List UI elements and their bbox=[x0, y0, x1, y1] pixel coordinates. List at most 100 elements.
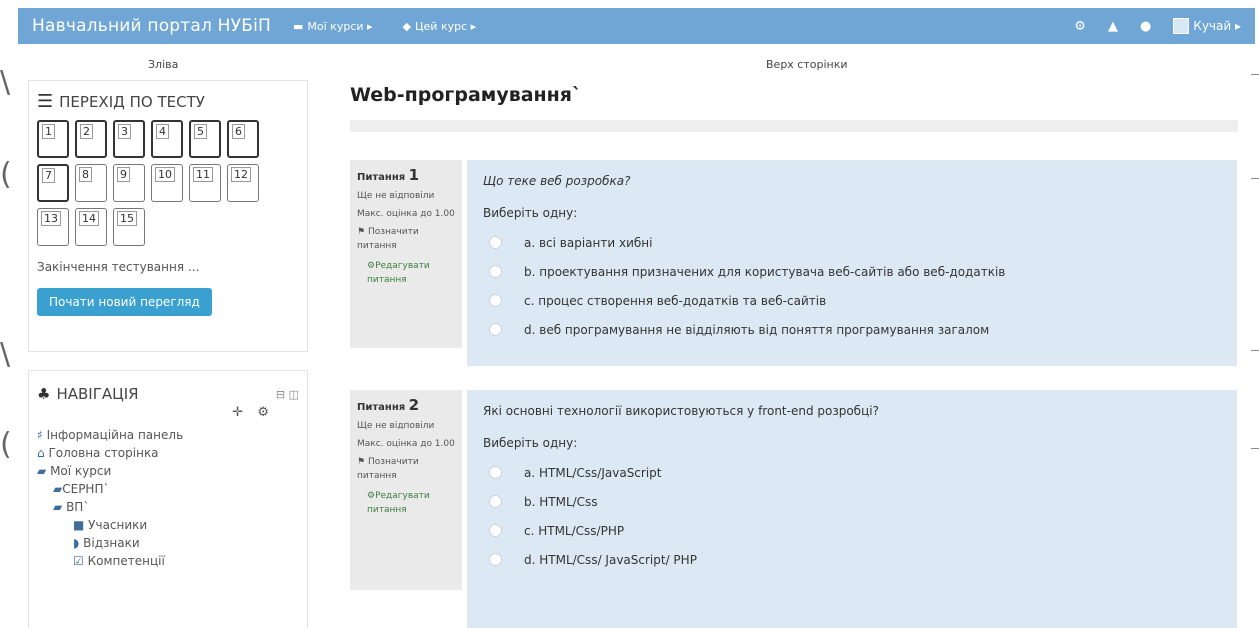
navigation-block: ♣ НАВІГАЦІЯ ⊟ ◫ ✛ ⚙ ♯ Інформаційна панел… bbox=[28, 370, 308, 628]
navigation-title: НАВІГАЦІЯ bbox=[56, 385, 139, 403]
quiz-nav-button[interactable]: 5 bbox=[189, 120, 221, 158]
checkbox-icon: ☑ bbox=[73, 554, 84, 568]
quiz-nav-button[interactable]: 13 bbox=[37, 208, 69, 246]
radio-button[interactable] bbox=[489, 323, 502, 336]
move-icon[interactable]: ✛ bbox=[232, 405, 243, 420]
quiz-nav-button[interactable]: 11 bbox=[189, 164, 221, 202]
settings-icon[interactable]: ⚙ bbox=[1074, 19, 1086, 34]
quiz-nav-button[interactable]: 7 bbox=[37, 164, 69, 202]
dock-icon[interactable]: ◫ bbox=[289, 388, 299, 401]
quiz-nav-button[interactable]: 8 bbox=[75, 164, 107, 202]
left-edge-mark: \ bbox=[0, 65, 11, 100]
menu-my-courses[interactable]: ▬ Мої курси ▸ bbox=[293, 20, 373, 33]
answer-prompt: Виберіть одну: bbox=[483, 436, 578, 450]
right-edge-line bbox=[1251, 350, 1259, 351]
question-info-1: Питання 1 Ще не відповіли Макс. оцінка д… bbox=[350, 160, 462, 348]
quiz-navigation-block: ☰ ПЕРЕХІД ПО ТЕСТУ 1 2 3 4 5 6 7 8 9 10 … bbox=[28, 80, 308, 352]
question-max-grade: Макс. оцінка до 1.00 bbox=[357, 439, 455, 449]
left-edge-mark: \ bbox=[0, 337, 11, 372]
navigation-header: ♣ НАВІГАЦІЯ ⊟ ◫ bbox=[37, 385, 299, 403]
dashboard-icon: ♯ bbox=[37, 428, 43, 442]
question-number: Питання 1 bbox=[357, 166, 420, 184]
answer-option[interactable]: b. проектування призначених для користув… bbox=[483, 257, 1221, 286]
region-left-label: Зліва bbox=[148, 58, 179, 71]
graduation-cap-icon: ▰ bbox=[53, 482, 63, 496]
chat-icon[interactable]: ● bbox=[1140, 19, 1151, 34]
title-divider bbox=[350, 120, 1238, 132]
nav-item-my-courses[interactable]: ▰ Мої курси bbox=[37, 462, 299, 480]
flag-icon: ⚑ bbox=[357, 227, 366, 237]
nav-item-dashboard[interactable]: ♯ Інформаційна панель bbox=[37, 426, 299, 444]
question-info-2: Питання 2 Ще не відповіли Макс. оцінка д… bbox=[350, 390, 462, 590]
nav-item-home[interactable]: ⌂ Головна сторінка bbox=[37, 444, 299, 462]
menu-icon: ☰ bbox=[37, 91, 54, 112]
start-new-preview-button[interactable]: Почати новий перегляд bbox=[37, 288, 212, 316]
nav-item-competencies[interactable]: ☑ Компетенції bbox=[37, 552, 299, 570]
answer-option[interactable]: c. HTML/Css/PHP bbox=[483, 516, 1221, 545]
radio-button[interactable] bbox=[489, 236, 502, 249]
avatar bbox=[1173, 18, 1190, 34]
radio-button[interactable] bbox=[489, 265, 502, 278]
nav-item-course-sernp[interactable]: ▰СЕРНП` bbox=[37, 480, 299, 498]
radio-button[interactable] bbox=[489, 466, 502, 479]
sitemap-icon: ♣ bbox=[37, 385, 51, 403]
menu-my-courses-label: Мої курси ▸ bbox=[307, 19, 373, 33]
region-top-label: Верх сторінки bbox=[766, 58, 848, 71]
answer-option[interactable]: c. процес створення веб-додатків та веб-… bbox=[483, 286, 1221, 315]
nav-item-participants[interactable]: ■ Учасники bbox=[37, 516, 299, 534]
graduation-cap-icon: ◆ bbox=[402, 19, 411, 33]
collapse-icon[interactable]: ⊟ bbox=[276, 388, 285, 401]
page-title: Web-програмування` bbox=[350, 84, 582, 106]
folder-icon: ■ bbox=[73, 518, 85, 532]
block-actions: ✛ ⚙ bbox=[37, 405, 299, 420]
answer-option[interactable]: d. HTML/Css/ JavaScript/ PHP bbox=[483, 545, 1221, 574]
question-text: Що теке веб розробка? bbox=[483, 174, 631, 188]
radio-button[interactable] bbox=[489, 294, 502, 307]
edit-question-link[interactable]: ⚙Редагувати питання bbox=[357, 259, 455, 287]
quiz-nav-button[interactable]: 15 bbox=[113, 208, 145, 246]
quiz-nav-button[interactable]: 1 bbox=[37, 120, 69, 158]
quiz-nav-buttons: 1 2 3 4 5 6 7 8 9 10 11 12 13 14 15 bbox=[37, 120, 287, 246]
flag-icon: ⚑ bbox=[357, 457, 366, 467]
flag-question-link[interactable]: ⚑ Позначити питання bbox=[357, 225, 455, 253]
left-edge-mark: ( bbox=[0, 157, 12, 192]
radio-button[interactable] bbox=[489, 495, 502, 508]
answer-option[interactable]: a. всі варіанти хибні bbox=[483, 228, 1221, 257]
quiz-nav-header: ☰ ПЕРЕХІД ПО ТЕСТУ bbox=[37, 91, 299, 112]
question-max-grade: Макс. оцінка до 1.00 bbox=[357, 209, 455, 219]
nav-item-badges[interactable]: ◗ Відзнаки bbox=[37, 534, 299, 552]
question-status: Ще не відповіли bbox=[357, 421, 435, 431]
quiz-nav-button[interactable]: 3 bbox=[113, 120, 145, 158]
answer-option[interactable]: d. веб програмування не відділяють від п… bbox=[483, 315, 1221, 344]
menu-this-course[interactable]: ◆ Цей курс ▸ bbox=[403, 20, 477, 33]
right-edge-line bbox=[1251, 448, 1259, 449]
navigation-tree: ♯ Інформаційна панель ⌂ Головна сторінка… bbox=[37, 426, 299, 570]
site-brand[interactable]: Навчальний портал НУБіП bbox=[32, 16, 271, 36]
answer-option[interactable]: b. HTML/Css bbox=[483, 487, 1221, 516]
right-edge-line bbox=[1251, 178, 1259, 179]
quiz-nav-button[interactable]: 14 bbox=[75, 208, 107, 246]
menu-this-course-label: Цей курс ▸ bbox=[415, 19, 477, 33]
user-name: Кучай ▸ bbox=[1193, 19, 1241, 33]
answer-option[interactable]: a. HTML/Css/JavaScript bbox=[483, 458, 1221, 487]
quiz-nav-button[interactable]: 10 bbox=[151, 164, 183, 202]
quiz-nav-button[interactable]: 12 bbox=[227, 164, 259, 202]
quiz-nav-button[interactable]: 4 bbox=[151, 120, 183, 158]
finish-attempt-link[interactable]: Закінчення тестування ... bbox=[37, 260, 299, 274]
quiz-nav-button[interactable]: 6 bbox=[227, 120, 259, 158]
radio-button[interactable] bbox=[489, 553, 502, 566]
quiz-nav-button[interactable]: 9 bbox=[113, 164, 145, 202]
gear-icon[interactable]: ⚙ bbox=[257, 405, 269, 420]
question-text: Які основні технології використовуються … bbox=[483, 404, 879, 418]
answer-prompt: Виберіть одну: bbox=[483, 206, 578, 220]
question-content-2: Які основні технології використовуються … bbox=[467, 390, 1237, 628]
nav-item-course-vp[interactable]: ▰ ВП` bbox=[37, 498, 299, 516]
radio-button[interactable] bbox=[489, 524, 502, 537]
edit-question-link[interactable]: ⚙Редагувати питання bbox=[357, 489, 455, 517]
quiz-nav-button[interactable]: 2 bbox=[75, 120, 107, 158]
question-content-1: Що теке веб розробка? Виберіть одну: a. … bbox=[467, 160, 1237, 366]
user-menu[interactable]: Кучай ▸ bbox=[1173, 18, 1241, 34]
bell-icon[interactable]: ▲ bbox=[1108, 19, 1118, 34]
folder-open-icon: ▰ bbox=[53, 500, 63, 514]
flag-question-link[interactable]: ⚑ Позначити питання bbox=[357, 455, 455, 483]
